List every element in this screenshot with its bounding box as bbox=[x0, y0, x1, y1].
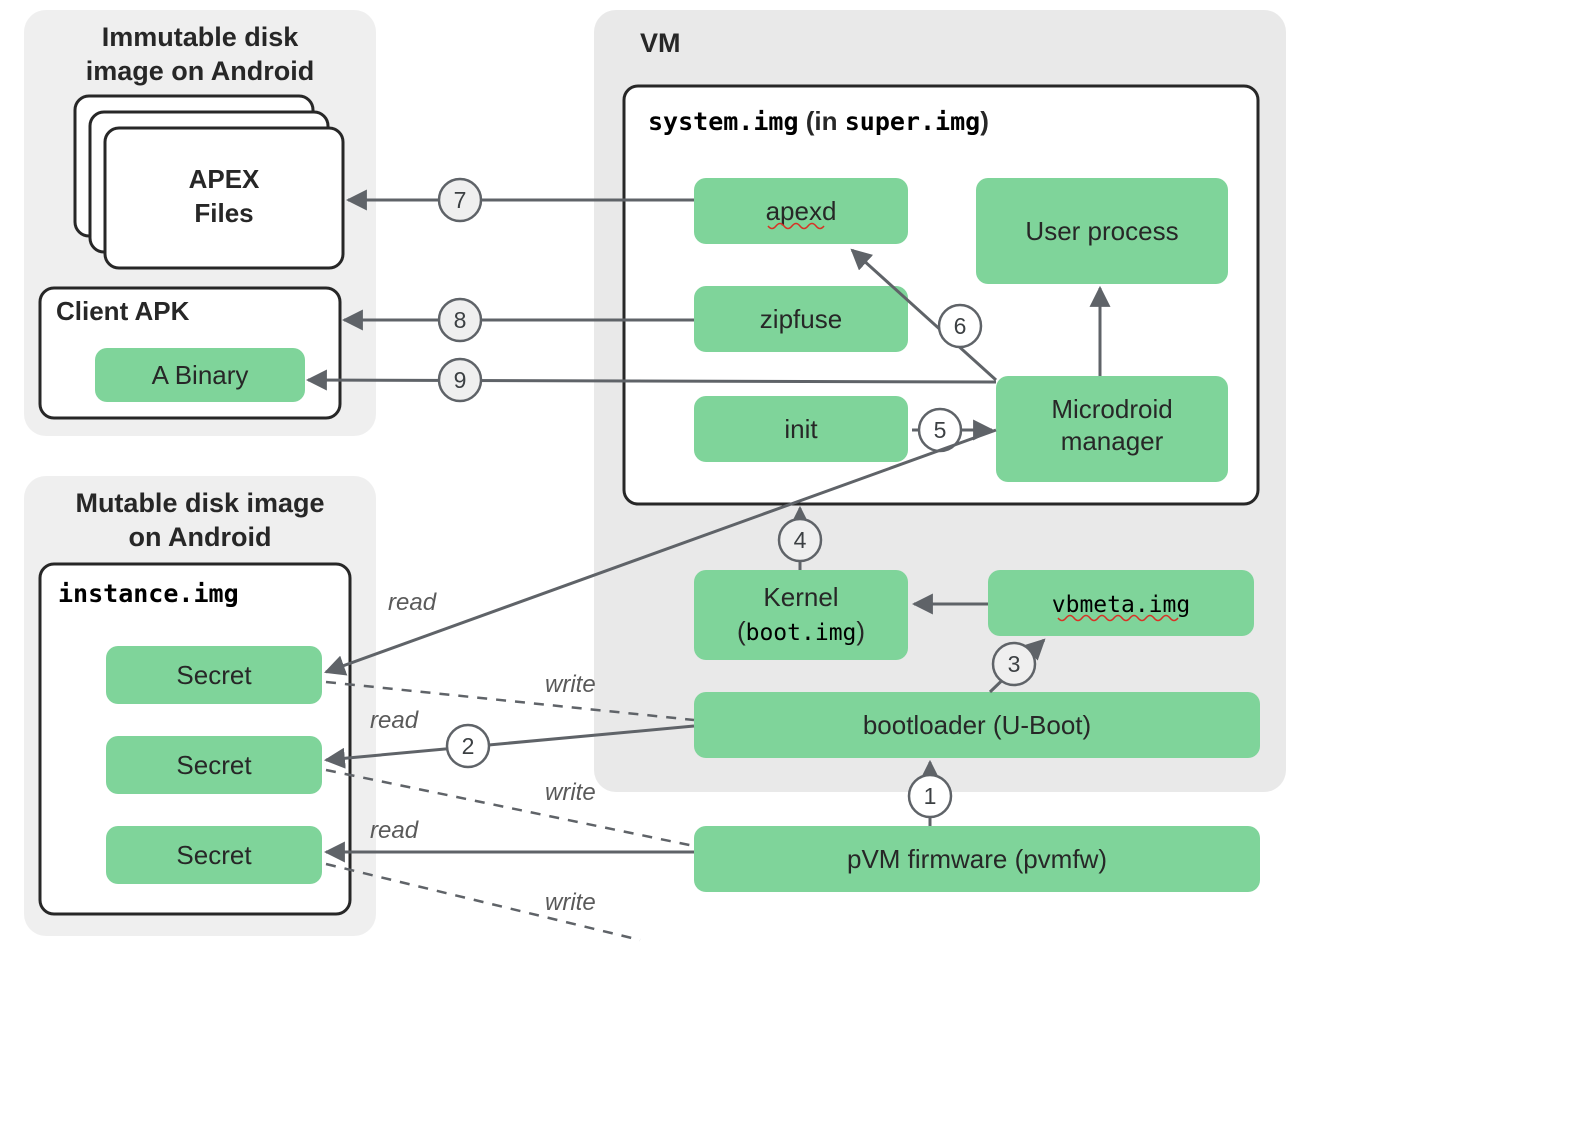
apex-files-label-line1: APEX bbox=[189, 164, 260, 194]
system-img-label: system.img (in super.img) bbox=[648, 106, 989, 136]
microdroid-label-line2: manager bbox=[1061, 426, 1164, 456]
diagram-canvas: Immutable disk image on Android APEX Fil… bbox=[0, 0, 1578, 1146]
vm-title: VM bbox=[640, 28, 681, 58]
pvmfw-box: pVM firmware (pvmfw) bbox=[694, 826, 1260, 892]
write-label-2: write bbox=[545, 779, 596, 806]
step-6-badge: 6 bbox=[939, 305, 981, 347]
svg-text:4: 4 bbox=[794, 527, 807, 553]
pvmfw-label: pVM firmware (pvmfw) bbox=[847, 844, 1107, 874]
step-7-badge: 7 bbox=[439, 179, 481, 221]
vbmeta-label: vbmeta.img bbox=[1052, 592, 1190, 618]
apex-files-label-line2: Files bbox=[194, 198, 253, 228]
mutable-title-line2: on Android bbox=[129, 522, 272, 552]
zipfuse-label: zipfuse bbox=[760, 304, 842, 334]
kernel-label-line2: (boot.img) bbox=[737, 616, 865, 646]
mutable-disk-panel: Mutable disk image on Android instance.i… bbox=[24, 476, 376, 936]
client-apk-label: Client APK bbox=[56, 296, 190, 326]
user-process-label: User process bbox=[1025, 216, 1178, 246]
init-label: init bbox=[784, 414, 818, 444]
instance-img-label: instance.img bbox=[58, 579, 239, 608]
svg-text:3: 3 bbox=[1008, 651, 1021, 677]
arrow-step-9 bbox=[308, 380, 996, 382]
step-8-badge: 8 bbox=[439, 299, 481, 341]
svg-text:9: 9 bbox=[454, 367, 467, 393]
a-binary-label: A Binary bbox=[152, 360, 249, 390]
step-1-badge: 1 bbox=[909, 775, 951, 817]
immutable-title-line1: Immutable disk bbox=[102, 22, 300, 52]
apexd-label: apexd bbox=[766, 196, 837, 226]
step-9-badge: 9 bbox=[439, 359, 481, 401]
secret-label-2: Secret bbox=[176, 750, 252, 780]
read-label-2: read bbox=[370, 707, 419, 734]
microdroid-label-line1: Microdroid bbox=[1051, 394, 1172, 424]
step-2-badge: 2 bbox=[447, 725, 489, 767]
apex-files-stack: APEX Files bbox=[75, 96, 343, 268]
step-3-badge: 3 bbox=[993, 643, 1035, 685]
secret-label-3: Secret bbox=[176, 840, 252, 870]
svg-text:6: 6 bbox=[954, 313, 967, 339]
svg-text:7: 7 bbox=[454, 187, 467, 213]
svg-text:2: 2 bbox=[462, 733, 475, 759]
immutable-disk-panel: Immutable disk image on Android APEX Fil… bbox=[24, 10, 376, 436]
kernel-label-line1: Kernel bbox=[763, 582, 838, 612]
bootloader-label: bootloader (U-Boot) bbox=[863, 710, 1091, 740]
step-4-badge: 4 bbox=[779, 519, 821, 561]
immutable-title-line2: image on Android bbox=[86, 56, 315, 86]
vm-panel: VM system.img (in super.img) apexd User … bbox=[594, 10, 1286, 792]
write-label-3: write bbox=[545, 889, 596, 916]
svg-text:8: 8 bbox=[454, 307, 467, 333]
svg-text:1: 1 bbox=[924, 783, 937, 809]
client-apk-box: Client APK A Binary bbox=[40, 288, 340, 418]
read-label-3: read bbox=[370, 817, 419, 844]
mutable-title-line1: Mutable disk image bbox=[75, 488, 324, 518]
read-label-1: read bbox=[388, 589, 437, 616]
svg-text:5: 5 bbox=[934, 417, 947, 443]
write-label-1: write bbox=[545, 671, 596, 698]
secret-label-1: Secret bbox=[176, 660, 252, 690]
